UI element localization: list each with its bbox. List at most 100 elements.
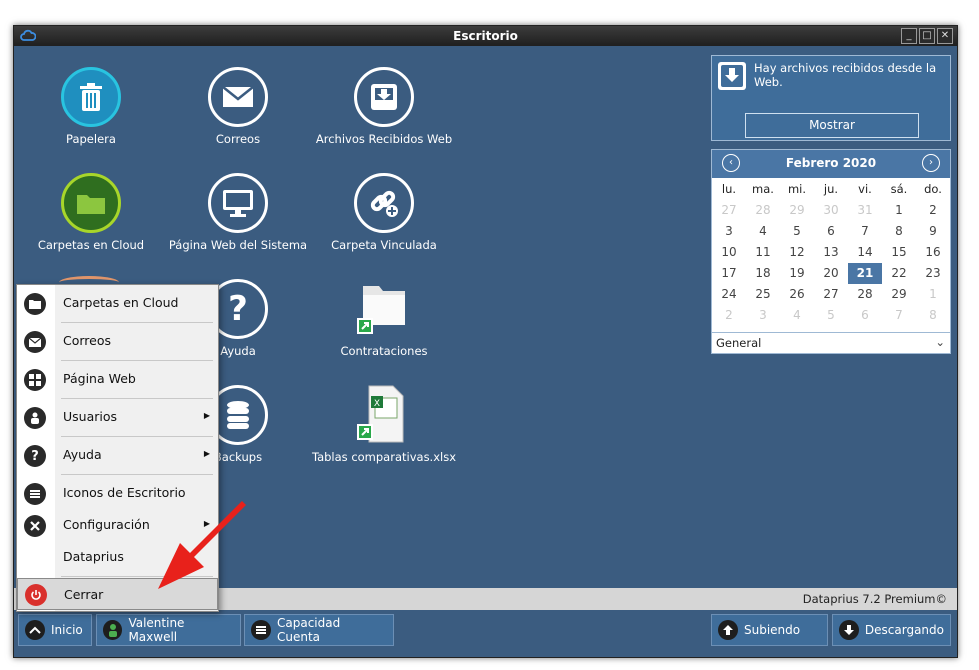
calendar-day[interactable]: 19 [780,263,814,284]
desktop-icon-carpetas-cloud[interactable]: Carpetas en Cloud [18,172,164,252]
user-icon [103,620,123,640]
desktop-icon-tablas-xlsx[interactable]: X Tablas comparativas.xlsx [311,384,457,464]
calendar-day[interactable]: 25 [746,284,780,305]
inbox-icon [354,67,414,127]
show-button[interactable]: Mostrar [745,113,919,138]
menu-item-carpetas-cloud[interactable]: Carpetas en Cloud [17,285,218,321]
start-button[interactable]: Inicio [18,614,92,646]
calendar-day[interactable]: 3 [712,221,746,242]
calendar-day[interactable]: 6 [848,305,882,326]
menu-item-label: Carpetas en Cloud [63,295,179,310]
desktop-icon-label: Contrataciones [340,344,428,358]
calendar-day[interactable]: 4 [780,305,814,326]
calendar-day[interactable]: 14 [848,242,882,263]
chevron-down-icon: ⌄ [935,335,945,349]
calendar-day[interactable]: 2 [916,200,950,221]
calendar-day[interactable]: 29 [780,200,814,221]
calendar-day-selected[interactable]: 21 [848,263,882,284]
calendar-day[interactable]: 17 [712,263,746,284]
menu-item-correos[interactable]: Correos [17,323,218,359]
submenu-arrow-icon: ▶ [203,411,210,420]
calendar-weekday: lu. [721,182,737,196]
calendar-day[interactable]: 27 [712,200,746,221]
calendar-day[interactable]: 6 [814,221,848,242]
menu-item-ayuda[interactable]: ? Ayuda ▶ [17,437,218,473]
calendar-day[interactable]: 3 [746,305,780,326]
desktop-icon-label: Correos [215,132,261,146]
calendar-weekday: vi. [858,182,872,196]
calendar-day[interactable]: 4 [746,221,780,242]
calendar-day[interactable]: 16 [916,242,950,263]
calendar-day[interactable]: 11 [746,242,780,263]
menu-item-label: Cerrar [64,587,104,602]
downloading-button[interactable]: Descargando [832,614,951,646]
calendar-day[interactable]: 20 [814,263,848,284]
annotation-arrow-icon [158,501,252,589]
uploading-button[interactable]: Subiendo [711,614,828,646]
title-bar: Escritorio _ □ ✕ [14,26,957,46]
calendar-day[interactable]: 23 [916,263,950,284]
desktop-icon-contrataciones[interactable]: Contrataciones [311,278,457,358]
calendar-day[interactable]: 13 [814,242,848,263]
calendar-weekday: sá. [890,182,908,196]
list-icon [251,620,271,640]
version-label: Dataprius 7.2 Premium© [802,592,947,606]
next-month-button[interactable]: › [922,154,940,172]
desktop-icon-correos[interactable]: Correos [165,66,311,146]
desktop-icon-pagina-web[interactable]: Página Web del Sistema [165,172,311,252]
desktop-icon-archivos-recibidos[interactable]: Archivos Recibidos Web [311,66,457,146]
calendar-day[interactable]: 24 [712,284,746,305]
user-button[interactable]: Valentine Maxwell [96,614,241,646]
mail-icon [24,331,46,353]
calendar-day[interactable]: 5 [780,221,814,242]
calendar-day[interactable]: 1 [916,284,950,305]
calendar-day[interactable]: 8 [882,221,916,242]
excel-file-icon: X [353,384,415,446]
calendar-day[interactable]: 29 [882,284,916,305]
desktop-icon-label: Página Web del Sistema [168,238,308,252]
capacity-label: Capacidad Cuenta [276,616,341,644]
calendar-day[interactable]: 30 [814,200,848,221]
calendar-day[interactable]: 10 [712,242,746,263]
calendar-day[interactable]: 27 [814,284,848,305]
calendar-day[interactable]: 28 [848,284,882,305]
calendar-header: ‹ Febrero 2020 › [712,150,950,178]
menu-item-label: Página Web [63,371,136,386]
calendar-day[interactable]: 15 [882,242,916,263]
user-icon [24,407,46,429]
user-label: Valentine Maxwell [128,616,185,644]
calendar-day[interactable]: 7 [848,221,882,242]
calendar-day[interactable]: 2 [712,305,746,326]
calendar-day[interactable]: 18 [746,263,780,284]
menu-item-label: Correos [63,333,112,348]
calendar-day[interactable]: 28 [746,200,780,221]
calendar-day[interactable]: 5 [814,305,848,326]
calendar-day[interactable]: 7 [882,305,916,326]
capacity-button[interactable]: Capacidad Cuenta [244,614,394,646]
calendar-day[interactable]: 8 [916,305,950,326]
calendar-day[interactable]: 9 [916,221,950,242]
close-button[interactable]: ✕ [937,28,953,44]
calendar-day[interactable]: 12 [780,242,814,263]
svg-text:X: X [374,399,380,409]
desktop-icon-carpeta-vinculada[interactable]: Carpeta Vinculada [311,172,457,252]
calendar-day[interactable]: 1 [882,200,916,221]
minimize-button[interactable]: _ [901,28,917,44]
menu-item-usuarios[interactable]: Usuarios ▶ [17,399,218,435]
trash-icon [61,67,121,127]
desktop-icon-papelera[interactable]: Papelera [18,66,164,146]
menu-item-label: Usuarios [63,409,118,424]
folder-icon [24,293,46,315]
desktop-icon-label: Tablas comparativas.xlsx [311,450,457,464]
notification-panel: Hay archivos recibidos desde la Web. Mos… [711,55,951,141]
calendar-day[interactable]: 31 [848,200,882,221]
power-icon [25,584,47,606]
calendar-select[interactable]: General ⌄ [711,332,951,354]
menu-item-label: Dataprius [63,549,124,564]
calendar-grid: lu. ma. mi. ju. vi. sá. do. 27 28 29 30 31 1 2 3 4 5 6 7 8 9… [712,178,950,326]
calendar-day[interactable]: 26 [780,284,814,305]
maximize-button[interactable]: □ [919,28,935,44]
desktop-icon-label: Carpeta Vinculada [331,238,437,252]
calendar-day[interactable]: 22 [882,263,916,284]
menu-item-pagina-web[interactable]: Página Web [17,361,218,397]
